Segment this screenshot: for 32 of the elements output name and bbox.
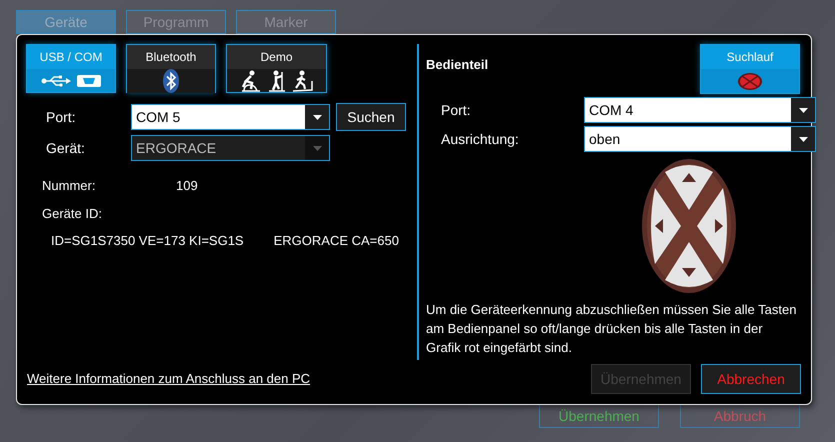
caret-icon [798, 136, 808, 142]
number-label: Nummer: [42, 178, 96, 193]
connection-tab[interactable]: USB / COM [26, 44, 116, 93]
connection-tab[interactable]: Bluetooth [126, 44, 216, 93]
device-name-value: ERGORACE CA=650 [274, 233, 399, 248]
elliptical-icon [268, 70, 286, 92]
panel-title: Bedienteil [426, 57, 488, 72]
bluetooth-icon [163, 69, 179, 93]
caret-icon [312, 146, 322, 150]
caret-icon [798, 108, 808, 112]
field-label: Port: [440, 102, 472, 118]
port-dropdown[interactable]: COM 5 [131, 104, 330, 130]
connection-tab[interactable]: Demo [226, 44, 327, 93]
usb-icon [41, 74, 71, 86]
exercise-bike-icon [240, 70, 262, 92]
serial-port-icon [77, 74, 101, 86]
dialog-button[interactable]: Abbrechen [701, 364, 801, 394]
info-link[interactable]: Weitere Informationen zum Anschluss an den PC [27, 371, 417, 386]
field-label: Ausrichtung: [440, 131, 520, 147]
search-button[interactable]: Suchen [336, 103, 406, 131]
treadmill-runner-icon [292, 70, 314, 92]
caret-icon [312, 114, 322, 120]
device-id-label: Geräte ID: [42, 206, 102, 221]
port-dropdown[interactable]: COM 4 [584, 97, 816, 123]
scan-button[interactable]: Suchlauf [700, 44, 800, 94]
number-value: 109 [176, 178, 198, 193]
field-label: Port: [45, 109, 77, 125]
remote-control-icon [738, 72, 762, 90]
field-label: Gerät: [45, 140, 86, 156]
orientation-dropdown[interactable]: oben [584, 126, 816, 152]
instruction-text: Um die Geräteerkennung abzuschließen müssen Sie alle Tasten am Bedienpanel so oft/lange drücken bis alle Tasten in der Grafik rot eingefärbt sind. [426, 301, 798, 357]
device-id-value: ID=SG1S7350 VE=173 KI=SG1S [51, 233, 244, 248]
